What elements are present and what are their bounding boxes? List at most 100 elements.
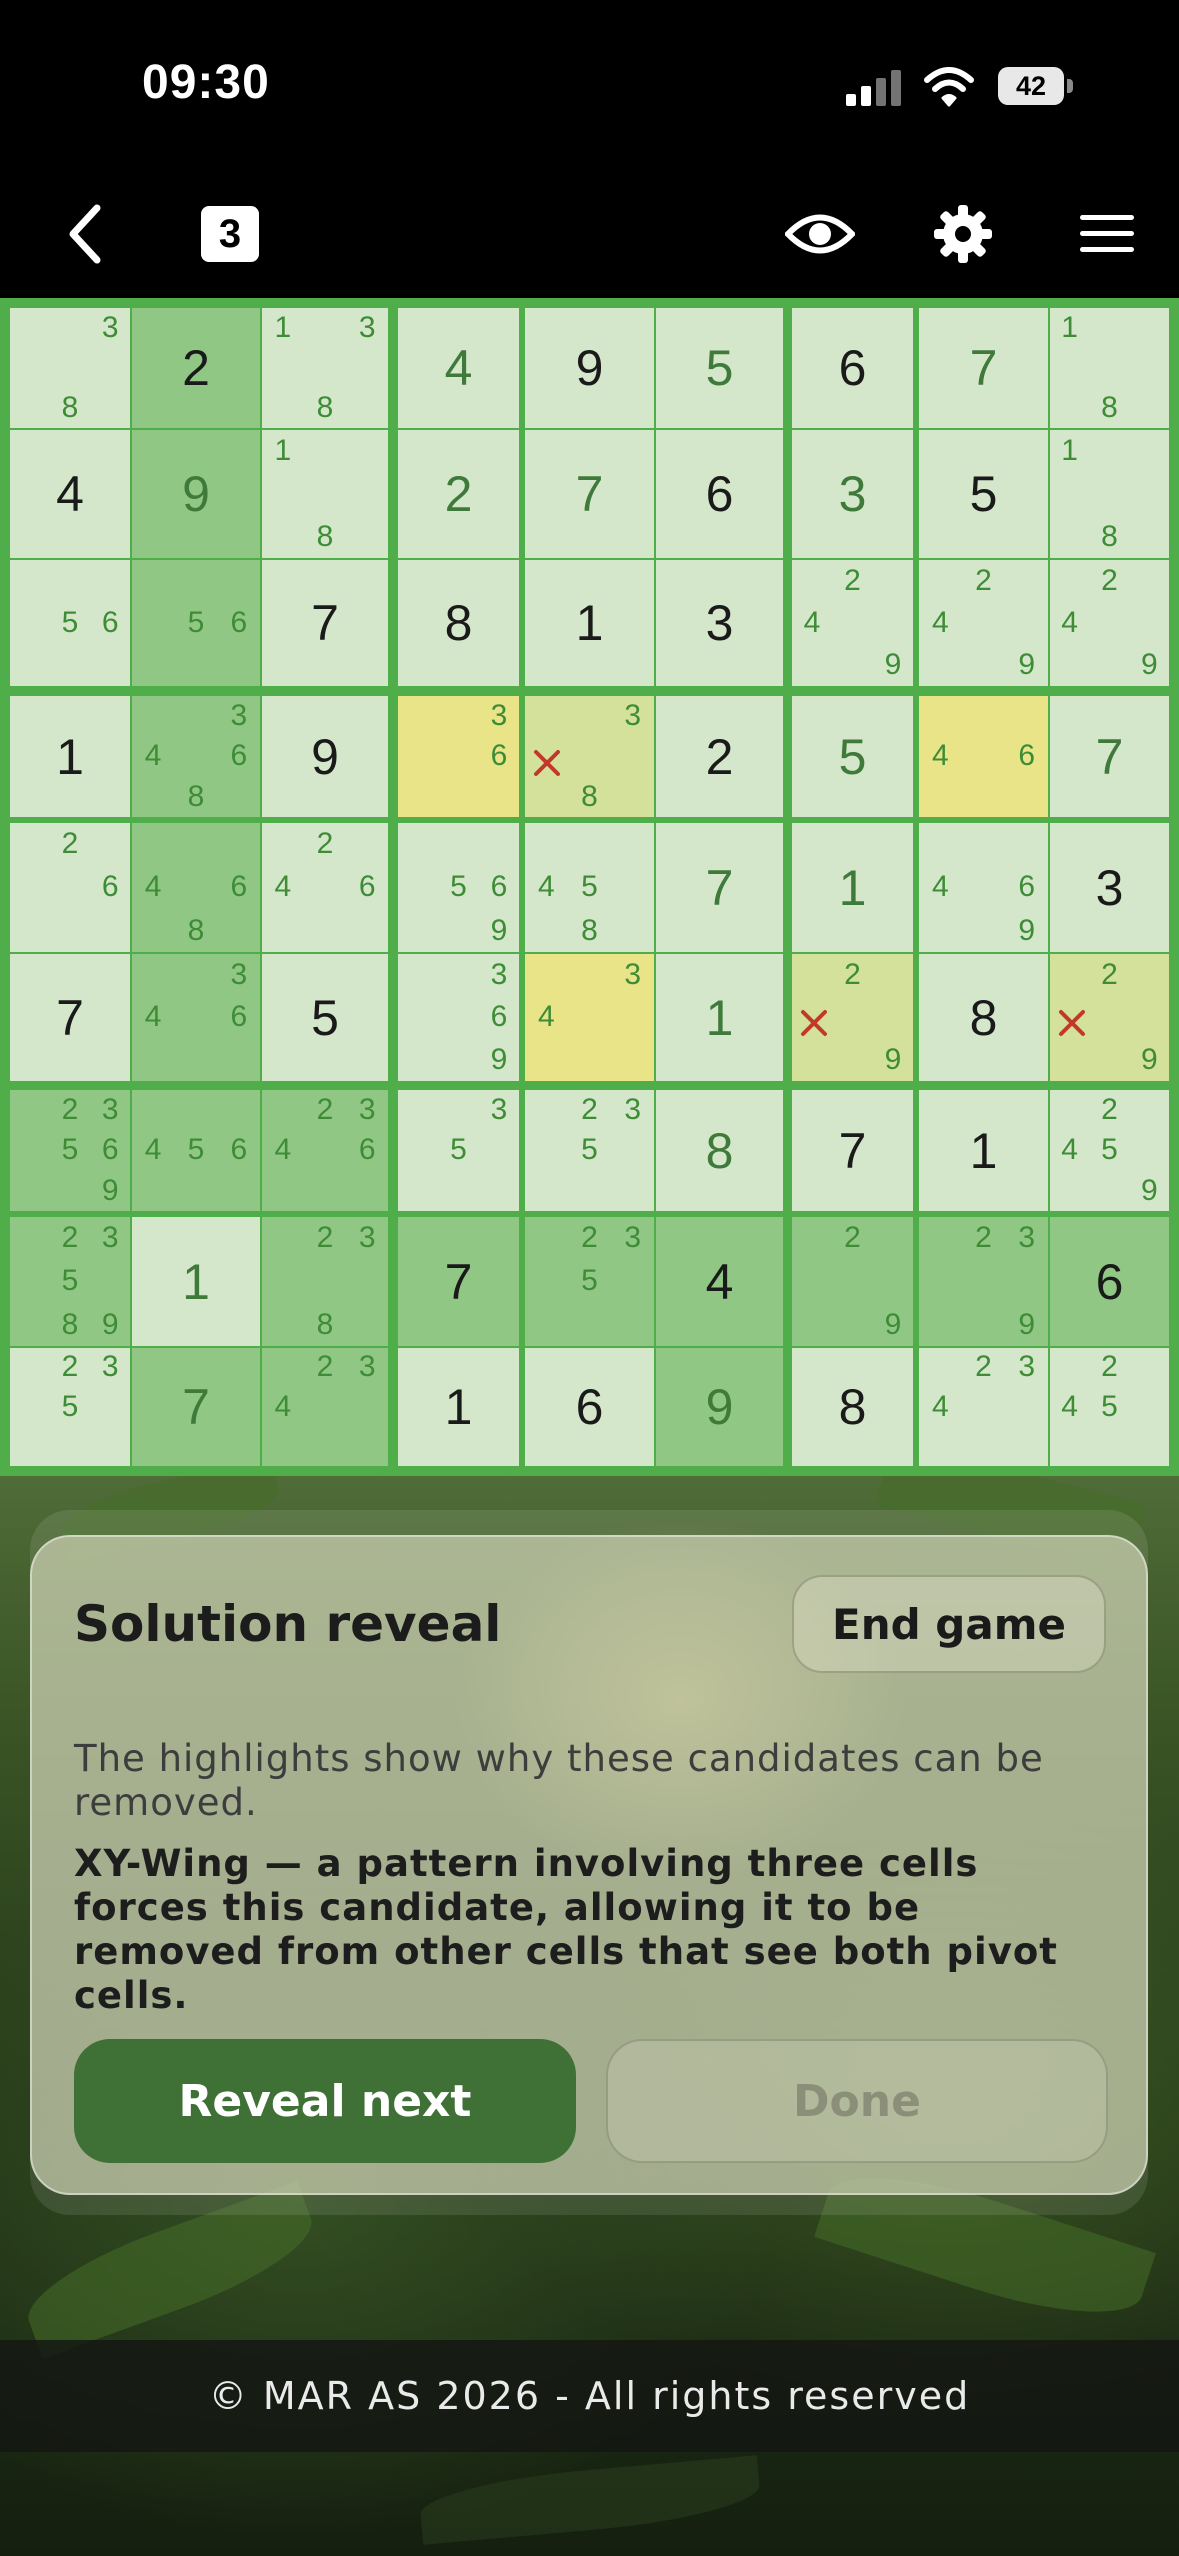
sudoku-cell-r7c3[interactable]: 23 4 6 [262,1090,388,1211]
sudoku-cell-r4c7[interactable]: 5 [792,696,913,817]
candidate-2: 2 [844,563,861,597]
candidate-4: 4 [144,739,162,773]
sudoku-cell-r4c8[interactable]: 46 [919,696,1048,817]
sudoku-cell-r1c8[interactable]: 7 [919,308,1048,428]
sudoku-cell-r1c7[interactable]: 6 [792,308,913,428]
candidate-3: 3 [358,1221,376,1255]
sudoku-cell-r5c9[interactable]: 3 [1050,823,1169,952]
sudoku-cell-r3c5[interactable]: 1 [525,560,654,686]
sudoku-cell-r7c9[interactable]: 2459 [1050,1090,1169,1211]
sudoku-cell-r8c3[interactable]: 23 8 [262,1217,388,1346]
sudoku-cell-r6c8[interactable]: 8 [919,954,1048,1081]
sudoku-cell-r9c5[interactable]: 6 [525,1348,654,1466]
reveal-next-button[interactable]: Reveal next [74,2039,576,2163]
sudoku-cell-r9c8[interactable]: 23 4 [919,1348,1048,1466]
sudoku-cell-r4c6[interactable]: 2 [656,696,783,817]
sudoku-cell-r3c2[interactable]: 56 [132,560,260,686]
sudoku-cell-r1c4[interactable]: 4 [398,308,519,428]
sudoku-cell-r4c5[interactable]: 38 [525,696,654,817]
sudoku-cell-r9c7[interactable]: 8 [792,1348,913,1466]
sudoku-cell-r1c3[interactable]: 1 3 8 [262,308,388,428]
sudoku-cell-r2c9[interactable]: 18 [1050,430,1169,558]
eliminated-candidate-icon [801,1009,827,1036]
sudoku-cell-r9c6[interactable]: 9 [656,1348,783,1466]
sudoku-cell-r5c4[interactable]: 56 9 [398,823,519,952]
candidate-2: 2 [581,1221,598,1255]
sudoku-cell-r3c6[interactable]: 3 [656,560,783,686]
sudoku-cell-r6c6[interactable]: 1 [656,954,783,1081]
sudoku-cell-r4c9[interactable]: 7 [1050,696,1169,817]
sudoku-cell-r8c9[interactable]: 6 [1050,1217,1169,1346]
sudoku-cell-r5c3[interactable]: 24 6 [262,823,388,952]
show-hint-button[interactable] [775,170,865,298]
menu-button[interactable] [1062,170,1152,298]
sudoku-cell-r7c1[interactable]: 2356 9 [10,1090,130,1211]
sudoku-cell-r8c4[interactable]: 7 [398,1217,519,1346]
sudoku-cell-r1c6[interactable]: 5 [656,308,783,428]
sudoku-cell-r5c6[interactable]: 7 [656,823,783,952]
sudoku-cell-r3c4[interactable]: 8 [398,560,519,686]
sudoku-cell-r9c3[interactable]: 23 4 [262,1348,388,1466]
sudoku-cell-r7c5[interactable]: 235 [525,1090,654,1211]
sudoku-cell-r2c4[interactable]: 2 [398,430,519,558]
level-button[interactable]: 3 [195,170,265,298]
candidate-2: 2 [581,1092,598,1126]
sudoku-cell-r5c2[interactable]: 4 68 [132,823,260,952]
sudoku-cell-r8c6[interactable]: 4 [656,1217,783,1346]
sudoku-cell-r2c5[interactable]: 7 [525,430,654,558]
sudoku-cell-r5c7[interactable]: 1 [792,823,913,952]
sudoku-cell-r5c8[interactable]: 4 6 9 [919,823,1048,952]
sudoku-cell-r2c1[interactable]: 4 [10,430,130,558]
sudoku-cell-r3c8[interactable]: 24 9 [919,560,1048,686]
sudoku-cell-r7c4[interactable]: 35 [398,1090,519,1211]
sudoku-cell-r9c4[interactable]: 1 [398,1348,519,1466]
sudoku-cell-r6c7[interactable]: 29 [792,954,913,1081]
back-button[interactable] [40,170,130,298]
sudoku-cell-r2c8[interactable]: 5 [919,430,1048,558]
sudoku-cell-r8c7[interactable]: 29 [792,1217,913,1346]
candidate-2: 2 [1101,957,1118,991]
done-button[interactable]: Done [606,2039,1108,2163]
sudoku-cell-r9c1[interactable]: 235 [10,1348,130,1466]
end-game-button[interactable]: End game [792,1575,1106,1673]
sudoku-cell-r5c5[interactable]: 45 8 [525,823,654,952]
sudoku-cell-r2c2[interactable]: 9 [132,430,260,558]
sudoku-cell-r7c6[interactable]: 8 [656,1090,783,1211]
sudoku-cell-r9c2[interactable]: 7 [132,1348,260,1466]
sudoku-cell-r6c4[interactable]: 3 6 9 [398,954,519,1081]
sudoku-cell-r6c5[interactable]: 34 [525,954,654,1081]
gear-icon [934,205,992,263]
sudoku-cell-r2c7[interactable]: 3 [792,430,913,558]
cell-value: 6 [705,466,734,522]
sudoku-cell-r8c2[interactable]: 1 [132,1217,260,1346]
sudoku-cell-r7c7[interactable]: 7 [792,1090,913,1211]
sudoku-cell-r7c2[interactable]: 456 [132,1090,260,1211]
sudoku-cell-r4c4[interactable]: 36 [398,696,519,817]
sudoku-cell-r4c2[interactable]: 3 4 68 [132,696,260,817]
sudoku-cell-r8c5[interactable]: 235 [525,1217,654,1346]
sudoku-cell-r3c3[interactable]: 7 [262,560,388,686]
sudoku-cell-r8c8[interactable]: 23 9 [919,1217,1048,1346]
sudoku-cell-r1c1[interactable]: 38 [10,308,130,428]
cell-value: 3 [838,466,867,522]
candidate-6: 6 [358,1133,376,1167]
sudoku-cell-r3c1[interactable]: 56 [10,560,130,686]
sudoku-cell-r4c3[interactable]: 9 [262,696,388,817]
settings-button[interactable] [918,170,1008,298]
sudoku-cell-r2c3[interactable]: 18 [262,430,388,558]
sudoku-cell-r5c1[interactable]: 26 [10,823,130,952]
sudoku-cell-r3c9[interactable]: 24 9 [1050,560,1169,686]
sudoku-cell-r6c9[interactable]: 29 [1050,954,1169,1081]
sudoku-cell-r6c3[interactable]: 5 [262,954,388,1081]
sudoku-cell-r3c7[interactable]: 24 9 [792,560,913,686]
sudoku-cell-r1c2[interactable]: 2 [132,308,260,428]
sudoku-cell-r7c8[interactable]: 1 [919,1090,1048,1211]
sudoku-cell-r6c2[interactable]: 3 4 6 [132,954,260,1081]
sudoku-cell-r1c9[interactable]: 18 [1050,308,1169,428]
sudoku-cell-r9c9[interactable]: 245 [1050,1348,1169,1466]
sudoku-cell-r2c6[interactable]: 6 [656,430,783,558]
sudoku-cell-r4c1[interactable]: 1 [10,696,130,817]
sudoku-cell-r6c1[interactable]: 7 [10,954,130,1081]
sudoku-cell-r8c1[interactable]: 235 89 [10,1217,130,1346]
sudoku-cell-r1c5[interactable]: 9 [525,308,654,428]
